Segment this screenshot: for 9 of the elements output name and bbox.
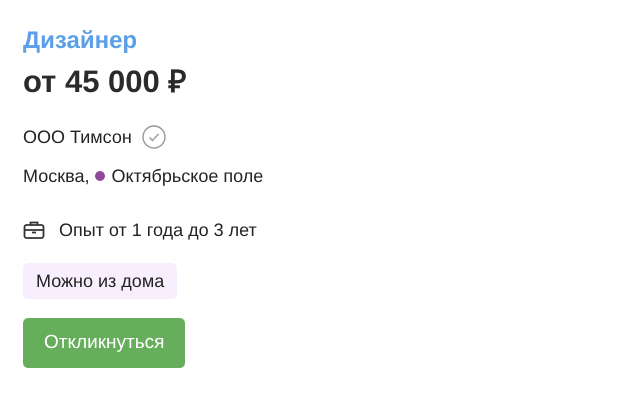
city: Москва, [23, 165, 90, 188]
salary: от 45 000 ₽ [23, 63, 186, 101]
experience-text: Опыт от 1 года до 3 лет [59, 219, 257, 242]
briefcase-icon [23, 220, 45, 240]
tag: Можно из дома [23, 263, 178, 299]
respond-button[interactable]: Откликнуться [23, 318, 186, 368]
company-name[interactable]: ООО Тимсон [23, 125, 132, 149]
metro-station: Октябрьское поле [111, 165, 264, 188]
job-title[interactable]: Дизайнер [23, 26, 138, 56]
